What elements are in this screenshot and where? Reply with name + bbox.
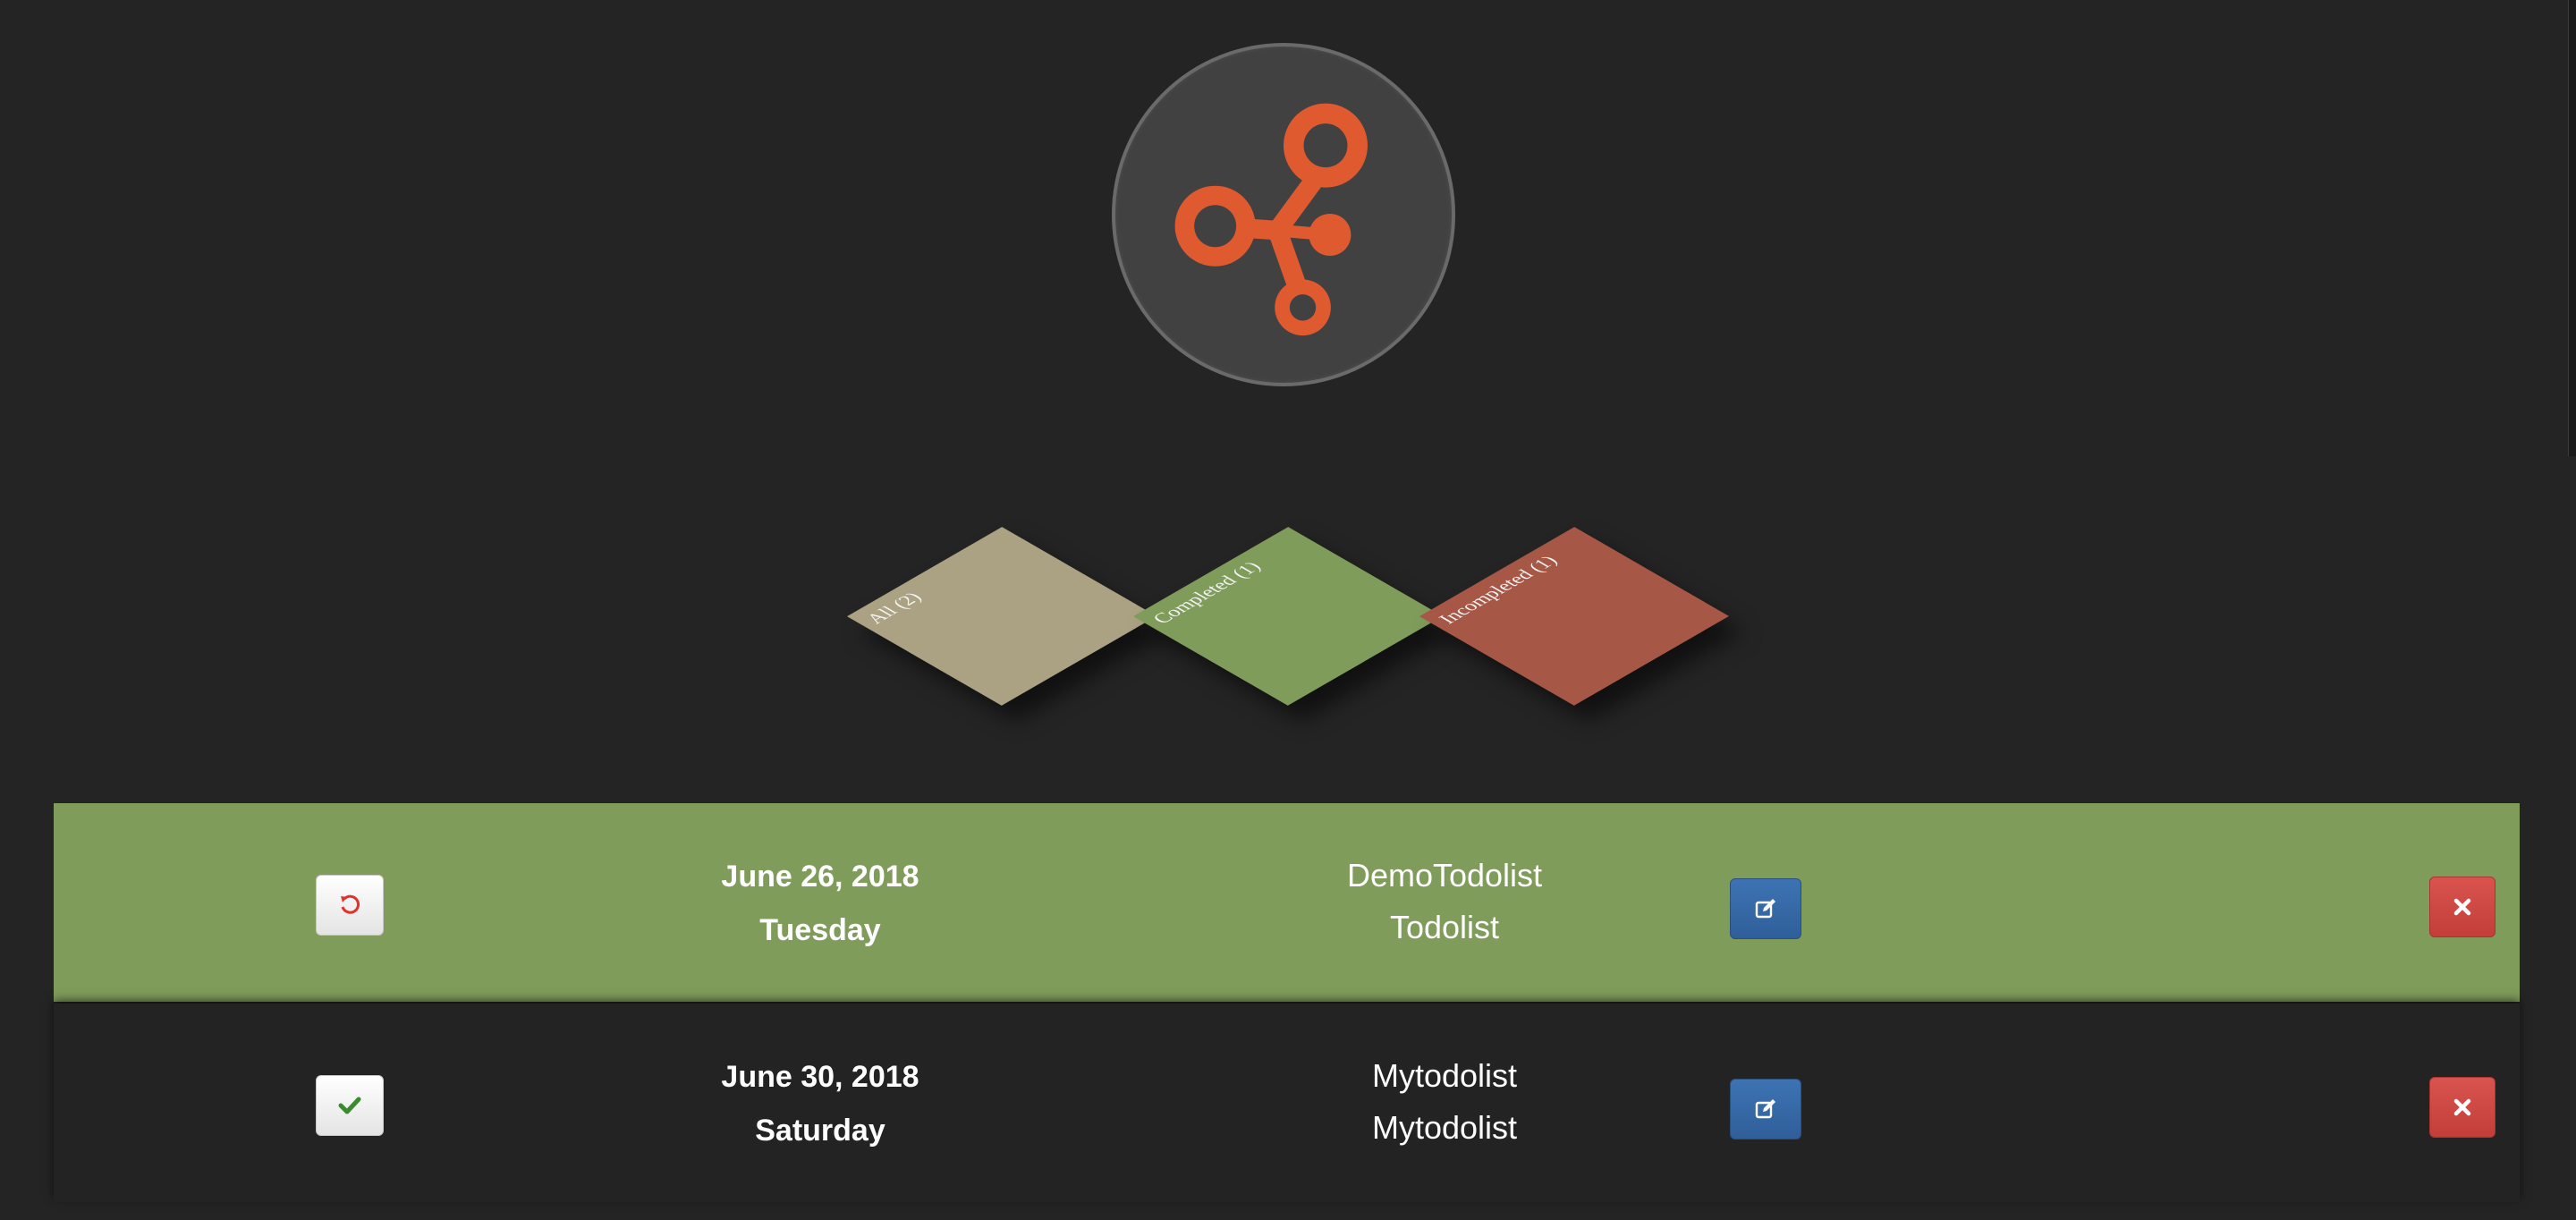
todo-list-name: Mytodolist — [1371, 1109, 1518, 1146]
todo-date-text: June 26, 2018 — [721, 860, 919, 894]
app-logo — [1112, 43, 1455, 386]
edit-button[interactable] — [1730, 1079, 1801, 1140]
todo-weekday: Tuesday — [759, 913, 881, 947]
edit-button[interactable] — [1730, 878, 1801, 939]
edit-icon — [1755, 899, 1775, 919]
molecule-logo-icon — [1174, 103, 1368, 336]
todo-name: Mytodolist — [1371, 1057, 1518, 1094]
todo-weekday: Saturday — [755, 1114, 886, 1148]
scrollbar[interactable] — [2568, 0, 2576, 456]
filter-completed[interactable]: Completed (1) — [1132, 527, 1444, 706]
filter-completed-label: Completed (1) — [1147, 558, 1266, 627]
delete-button[interactable] — [2429, 1077, 2496, 1138]
filter-incompleted[interactable]: Incompleted (1) — [1419, 527, 1730, 706]
check-icon — [338, 1097, 361, 1114]
todo-title: DemoTodolist Todolist — [1163, 850, 1726, 953]
todo-name: DemoTodolist — [1346, 857, 1543, 894]
filter-all-label: All (2) — [860, 589, 927, 627]
filter-all[interactable]: All (2) — [846, 527, 1157, 706]
filter-incompleted-label: Incompleted (1) — [1433, 552, 1563, 627]
todo-row: June 26, 2018 Tuesday DemoTodolist Todol… — [54, 803, 2520, 1002]
todo-date-text: June 30, 2018 — [721, 1060, 919, 1094]
todo-row: June 30, 2018 Saturday Mytodolist Mytodo… — [54, 1004, 2520, 1202]
todo-title: Mytodolist Mytodolist — [1163, 1050, 1726, 1154]
delete-button[interactable] — [2429, 877, 2496, 937]
mark-incomplete-button[interactable] — [316, 875, 384, 936]
undo-icon — [341, 894, 360, 914]
mark-complete-button[interactable] — [316, 1075, 384, 1136]
todo-date: June 26, 2018 Tuesday — [635, 850, 1005, 957]
edit-icon — [1755, 1099, 1775, 1119]
todo-date: June 30, 2018 Saturday — [635, 1050, 1005, 1157]
todo-list-name: Todolist — [1389, 909, 1500, 945]
close-icon — [2453, 898, 2471, 916]
close-icon — [2453, 1098, 2471, 1116]
